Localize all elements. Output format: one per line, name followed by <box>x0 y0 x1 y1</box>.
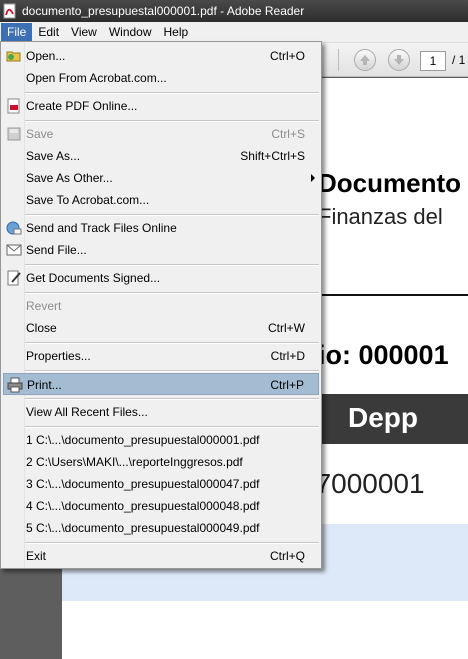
recent-file-item[interactable]: 2 C:\Users\MAKI\...\reporteInggresos.pdf <box>3 451 319 473</box>
menu-item-save-as[interactable]: Save As... Shift+Ctrl+S <box>3 145 319 167</box>
toolbar-separator <box>338 49 339 71</box>
menu-item-get-signed[interactable]: Get Documents Signed... <box>3 267 319 289</box>
recent-file-label: 3 C:\...\documento_presupuestal000047.pd… <box>26 477 260 491</box>
menu-separator <box>25 292 319 294</box>
menu-item-exit[interactable]: Exit Ctrl+Q <box>3 545 319 567</box>
title-bar: documento_presupuestal000001.pdf - Adobe… <box>0 0 468 22</box>
menu-item-save[interactable]: Save Ctrl+S <box>3 123 319 145</box>
menu-item-open-acrobat-label: Open From Acrobat.com... <box>26 71 167 85</box>
menu-item-save-as-other[interactable]: Save As Other... <box>3 167 319 189</box>
menu-item-revert[interactable]: Revert <box>3 295 319 317</box>
menu-separator <box>25 264 319 266</box>
menu-bar: File Edit View Window Help <box>0 22 468 43</box>
menu-item-open[interactable]: Open... Ctrl+O <box>3 45 319 67</box>
menu-item-view-recent[interactable]: View All Recent Files... <box>3 401 319 423</box>
menu-item-send-track-label: Send and Track Files Online <box>26 221 177 235</box>
menu-separator <box>25 542 319 544</box>
document-subtitle: Finanzas del <box>318 204 443 229</box>
recent-file-label: 2 C:\Users\MAKI\...\reporteInggresos.pdf <box>26 455 243 469</box>
menu-item-save-shortcut: Ctrl+S <box>271 127 305 141</box>
menu-item-save-as-other-label: Save As Other... <box>26 171 113 185</box>
menu-item-save-as-shortcut: Shift+Ctrl+S <box>240 149 305 163</box>
menu-separator <box>25 214 319 216</box>
menu-separator <box>25 342 319 344</box>
document-header-cell: Depp <box>348 402 418 433</box>
menu-separator <box>25 398 319 400</box>
next-page-button[interactable] <box>388 49 410 71</box>
recent-file-item[interactable]: 3 C:\...\documento_presupuestal000047.pd… <box>3 473 319 495</box>
menu-help[interactable]: Help <box>158 23 195 42</box>
arrow-down-icon <box>394 55 404 65</box>
menu-separator <box>25 120 319 122</box>
menu-item-print-shortcut: Ctrl+P <box>270 378 304 392</box>
menu-item-view-recent-label: View All Recent Files... <box>26 405 148 419</box>
open-folder-icon <box>6 48 22 64</box>
save-disk-icon <box>6 126 22 142</box>
document-number: io: 000001 <box>318 340 449 370</box>
document-title: Documento <box>318 168 461 198</box>
page-total: / 1 <box>452 53 466 67</box>
recent-file-label: 1 C:\...\documento_presupuestal000001.pd… <box>26 433 260 447</box>
menu-item-properties[interactable]: Properties... Ctrl+D <box>3 345 319 367</box>
recent-file-item[interactable]: 4 C:\...\documento_presupuestal000048.pd… <box>3 495 319 517</box>
menu-item-print-label: Print... <box>27 378 62 392</box>
menu-separator <box>25 370 319 372</box>
menu-item-get-signed-label: Get Documents Signed... <box>26 271 161 285</box>
send-track-icon <box>6 220 22 236</box>
menu-item-close-shortcut: Ctrl+W <box>268 321 305 335</box>
menu-item-open-shortcut: Ctrl+O <box>269 49 305 63</box>
menu-item-save-to-acrobat-label: Save To Acrobat.com... <box>26 193 150 207</box>
window-title: documento_presupuestal000001.pdf - Adobe… <box>22 4 305 18</box>
recent-file-label: 4 C:\...\documento_presupuestal000048.pd… <box>26 499 260 513</box>
submenu-arrow-icon <box>311 174 315 182</box>
menu-item-save-as-label: Save As... <box>26 149 81 163</box>
menu-item-open-label: Open... <box>26 49 66 63</box>
printer-icon <box>7 377 23 393</box>
menu-file[interactable]: File <box>1 22 33 42</box>
menu-item-close[interactable]: Close Ctrl+W <box>3 317 319 339</box>
menu-item-properties-shortcut: Ctrl+D <box>270 349 305 363</box>
menu-item-save-to-acrobat[interactable]: Save To Acrobat.com... <box>3 189 319 211</box>
page-number-input[interactable]: 1 <box>420 51 446 71</box>
create-pdf-icon <box>6 98 22 114</box>
menu-separator <box>25 426 319 428</box>
menu-item-exit-shortcut: Ctrl+Q <box>269 549 305 563</box>
menu-item-print[interactable]: Print... Ctrl+P <box>3 373 319 395</box>
menu-item-revert-label: Revert <box>26 299 62 313</box>
sign-document-icon <box>6 270 22 286</box>
recent-file-item[interactable]: 1 C:\...\documento_presupuestal000001.pd… <box>3 429 319 451</box>
menu-item-create-pdf-label: Create PDF Online... <box>26 99 138 113</box>
arrow-up-icon <box>360 55 370 65</box>
menu-item-properties-label: Properties... <box>26 349 91 363</box>
menu-item-open-acrobat[interactable]: Open From Acrobat.com... <box>3 67 319 89</box>
file-menu-dropdown: Open... Ctrl+O Open From Acrobat.com... … <box>0 41 322 569</box>
menu-edit[interactable]: Edit <box>32 23 65 42</box>
menu-item-create-pdf[interactable]: Create PDF Online... <box>3 95 319 117</box>
menu-item-send-track[interactable]: Send and Track Files Online <box>3 217 319 239</box>
menu-item-exit-label: Exit <box>26 549 47 563</box>
recent-file-label: 5 C:\...\documento_presupuestal000049.pd… <box>26 521 260 535</box>
previous-page-button[interactable] <box>354 49 376 71</box>
menu-view[interactable]: View <box>65 23 103 42</box>
menu-item-save-label: Save <box>26 127 54 141</box>
menu-item-send-file-label: Send File... <box>26 243 87 257</box>
envelope-icon <box>6 242 22 258</box>
recent-file-item[interactable]: 5 C:\...\documento_presupuestal000049.pd… <box>3 517 319 539</box>
menu-item-close-label: Close <box>26 321 57 335</box>
menu-window[interactable]: Window <box>103 23 158 42</box>
adobe-reader-icon <box>2 3 18 19</box>
menu-separator <box>25 92 319 94</box>
menu-item-send-file[interactable]: Send File... <box>3 239 319 261</box>
